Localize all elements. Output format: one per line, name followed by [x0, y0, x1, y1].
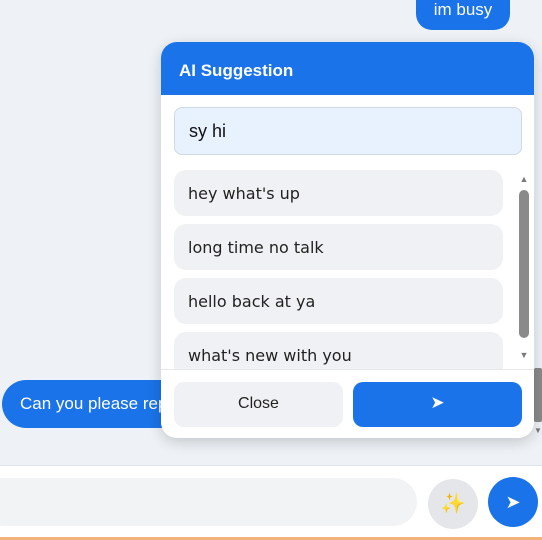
- sparkles-icon: ✨: [440, 493, 466, 515]
- ai-suggestion-popup: AI Suggestion hey what's up long time no…: [161, 42, 534, 438]
- list-scrollbar-thumb[interactable]: [519, 190, 529, 338]
- suggestion-item[interactable]: hello back at ya: [174, 278, 503, 324]
- page-scroll-down-arrow[interactable]: ▼: [534, 426, 542, 436]
- suggestion-list: hey what's up long time no talk hello ba…: [161, 167, 534, 369]
- suggestion-item[interactable]: what's new with you: [174, 332, 503, 369]
- suggestion-item[interactable]: long time no talk: [174, 224, 503, 270]
- outgoing-message-bubble: im busy: [416, 0, 510, 30]
- send-message-button[interactable]: ➤: [488, 477, 538, 527]
- ai-suggest-button[interactable]: ✨: [428, 479, 478, 529]
- send-icon: ➤: [505, 492, 521, 512]
- send-suggestion-button[interactable]: ➤: [353, 382, 522, 427]
- close-button[interactable]: Close: [174, 382, 343, 427]
- message-input[interactable]: [0, 478, 417, 526]
- list-scroll-up-arrow[interactable]: ▲: [517, 174, 531, 184]
- list-scroll-down-arrow[interactable]: ▼: [517, 350, 531, 360]
- popup-title: AI Suggestion: [161, 42, 534, 95]
- page-scrollbar-thumb[interactable]: [534, 368, 542, 422]
- popup-footer: Close ➤: [161, 369, 534, 438]
- suggestion-item[interactable]: hey what's up: [174, 170, 503, 216]
- message-composer: ✨ ➤: [0, 465, 542, 540]
- send-icon: ➤: [430, 393, 445, 412]
- suggestion-query-input[interactable]: [174, 107, 522, 155]
